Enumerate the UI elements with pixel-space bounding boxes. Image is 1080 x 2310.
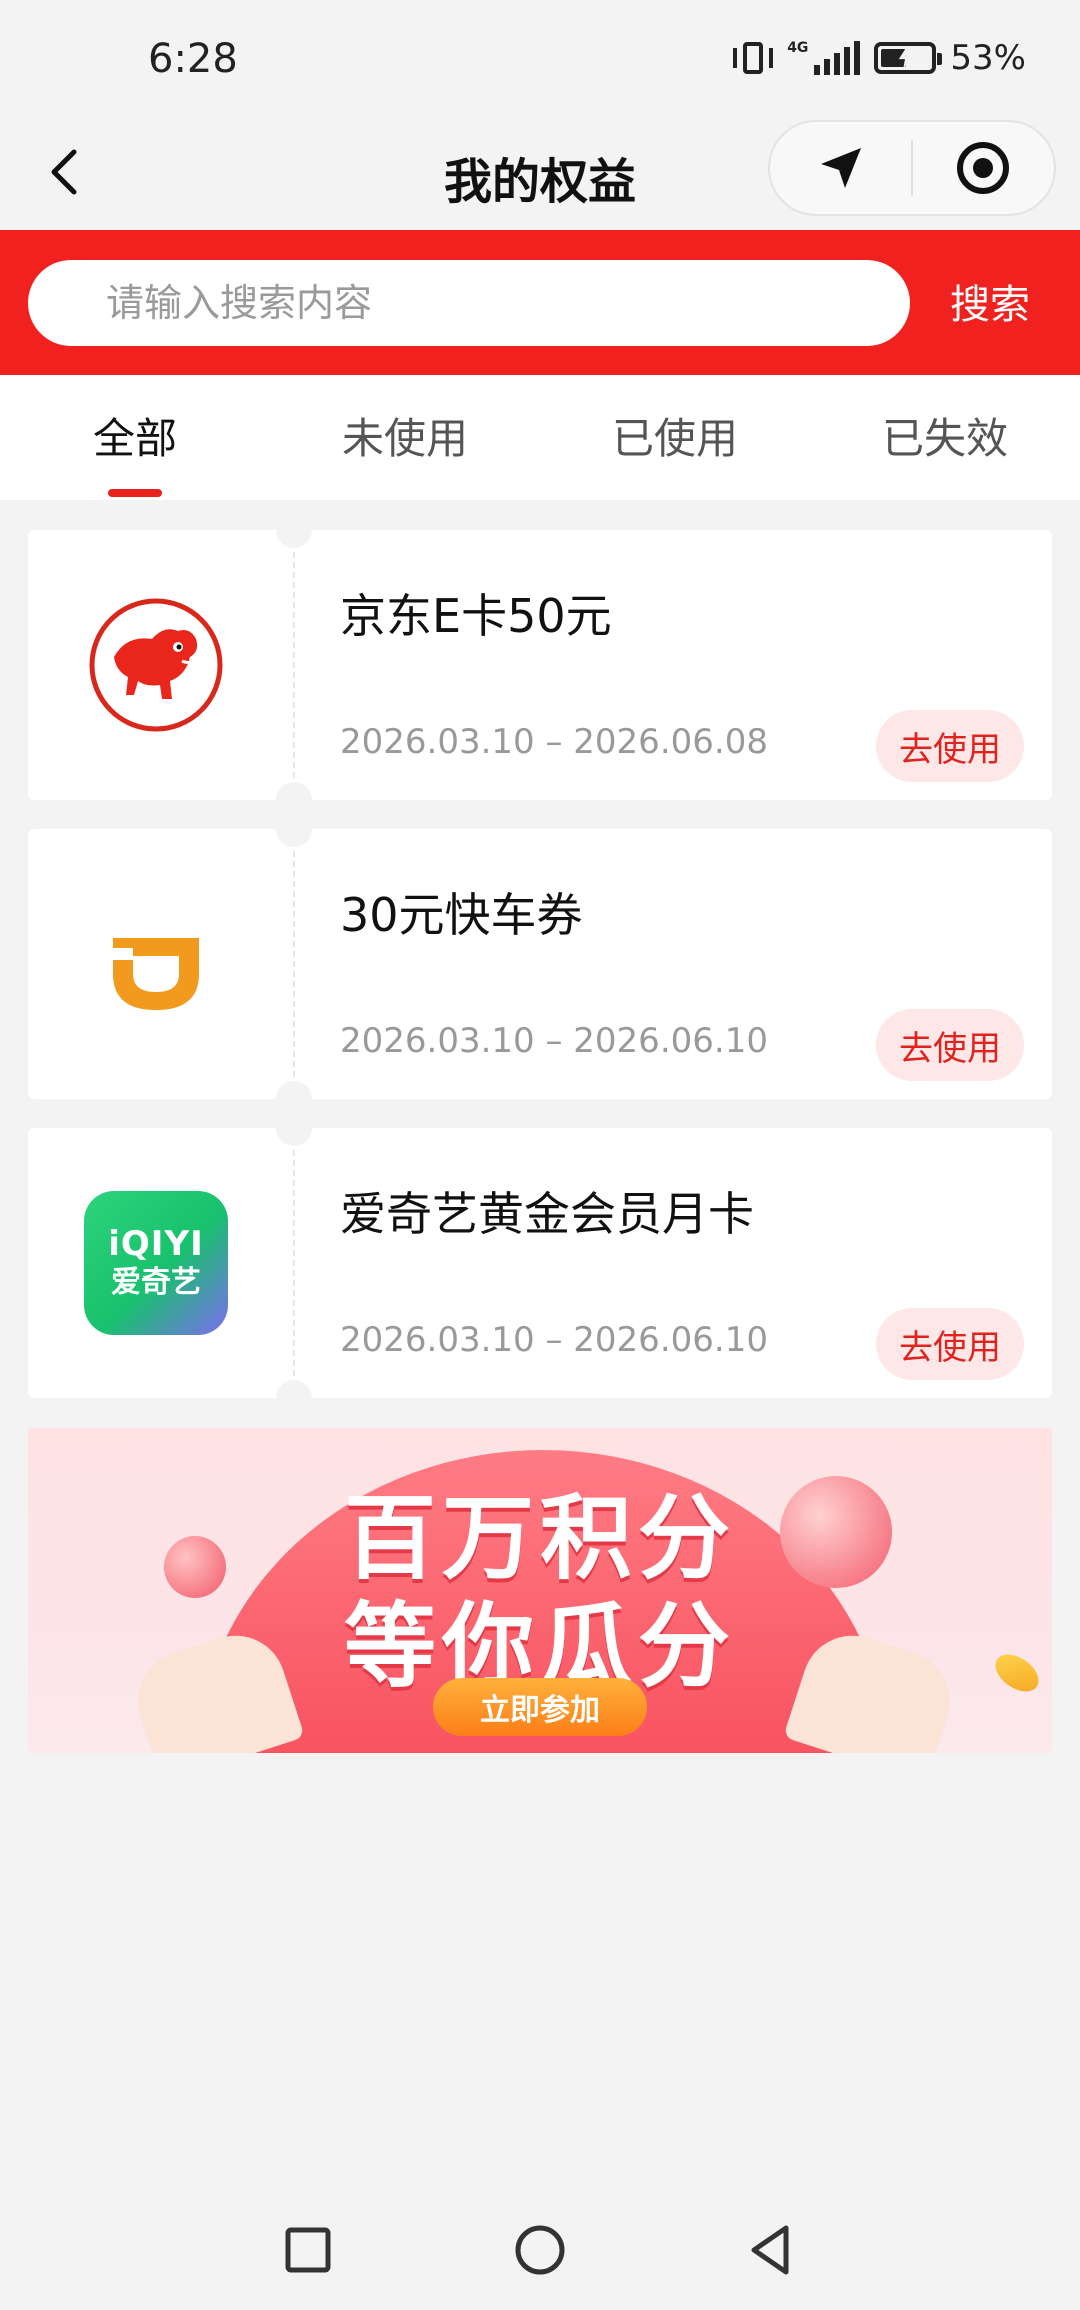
tab-label: 已失效 (881, 414, 1008, 463)
search-input[interactable] (28, 260, 910, 346)
use-coupon-button[interactable]: 去使用 (876, 710, 1024, 782)
tab-unused[interactable]: 未使用 (270, 375, 540, 500)
tab-label: 已使用 (611, 414, 738, 463)
coupon-card[interactable]: 30元快车券 2026.03.10 – 2026.06.10 去使用 (28, 811, 1052, 1117)
coupon-name: 京东E卡50元 (340, 589, 612, 643)
iqiyi-logo-icon: iQIYI 爱奇艺 (83, 1190, 229, 1336)
join-now-button[interactable]: 立即参加 (433, 1678, 647, 1736)
search-bar: 搜索 (0, 230, 1080, 375)
battery-icon (874, 42, 943, 74)
tab-expired[interactable]: 已失效 (810, 375, 1080, 500)
iqiyi-logo-text-cn: 爱奇艺 (111, 1265, 201, 1300)
vibrate-icon (733, 40, 774, 76)
system-nav-bar (0, 2190, 1080, 2310)
home-button[interactable] (510, 2220, 570, 2280)
coupon-name: 30元快车券 (340, 888, 583, 942)
tab-used[interactable]: 已使用 (540, 375, 810, 500)
coupon-validity: 2026.03.10 – 2026.06.10 (340, 1021, 768, 1061)
use-coupon-button[interactable]: 去使用 (876, 1009, 1024, 1081)
title-bar: 我的权益 (0, 120, 1080, 230)
filter-tabs: 全部 未使用 已使用 已失效 (0, 375, 1080, 500)
status-bar: 6:28 4G 53% (0, 0, 1080, 120)
iqiyi-logo-text: iQIYI (108, 1224, 204, 1264)
status-icons: 4G 53% (733, 38, 1026, 78)
tab-all[interactable]: 全部 (0, 375, 270, 500)
mini-program-capsule (768, 120, 1056, 216)
battery-percent: 53% (950, 38, 1026, 78)
search-button[interactable]: 搜索 (930, 272, 1050, 330)
back-triangle-icon (751, 2225, 789, 2275)
location-button[interactable] (770, 122, 911, 214)
tab-label: 未使用 (341, 414, 468, 463)
coupon-validity: 2026.03.10 – 2026.06.10 (340, 1320, 768, 1360)
network-type: 4G (787, 40, 809, 56)
didi-logo-icon (83, 891, 229, 1037)
coupon-card[interactable]: iQIYI 爱奇艺 爱奇艺黄金会员月卡 2026.03.10 – 2026.06… (28, 1110, 1052, 1416)
signal-icon: 4G (787, 40, 861, 75)
close-miniprogram-button[interactable] (913, 122, 1054, 214)
status-time: 6:28 (148, 36, 238, 82)
coupon-name: 爱奇艺黄金会员月卡 (340, 1187, 754, 1241)
navigation-arrow-icon (820, 148, 861, 188)
coupon-card[interactable]: 京东E卡50元 2026.03.10 – 2026.06.08 去使用 (28, 512, 1052, 818)
home-circle-icon (515, 2225, 565, 2275)
target-circle-icon (957, 142, 1010, 194)
recents-square-icon (285, 2227, 331, 2273)
points-promo-banner[interactable]: 百万积分 等你瓜分 立即参加 (28, 1428, 1052, 1753)
coupon-validity: 2026.03.10 – 2026.06.08 (340, 722, 768, 762)
back-nav-button[interactable] (742, 2220, 802, 2280)
active-tab-indicator (108, 489, 162, 497)
use-coupon-button[interactable]: 去使用 (876, 1308, 1024, 1380)
tab-label: 全部 (92, 414, 177, 463)
jd-dog-logo-icon (83, 592, 229, 738)
recents-button[interactable] (278, 2220, 338, 2280)
